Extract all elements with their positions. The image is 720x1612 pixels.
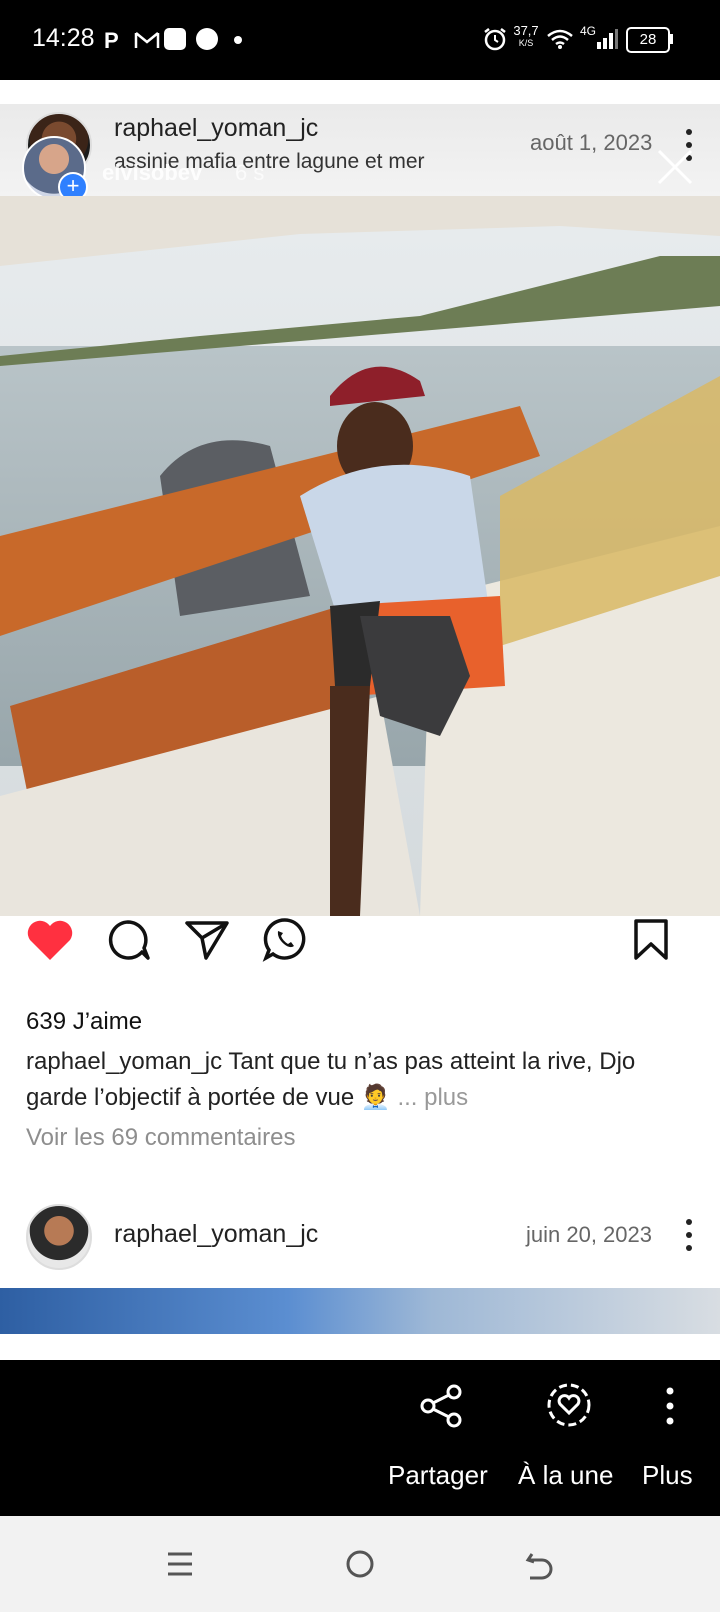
highlight-icon[interactable] [546, 1382, 592, 1428]
more-actions-icon[interactable] [666, 1386, 674, 1426]
next-post-avatar[interactable] [26, 1204, 92, 1270]
battery-icon: 28 [626, 27, 670, 53]
next-post-more-icon[interactable] [686, 1218, 692, 1252]
clock: 14:28 [32, 24, 95, 52]
send-icon[interactable] [184, 918, 230, 962]
network-type: 4G [580, 24, 597, 38]
caption-emoji: 🧑‍💼 [360, 1084, 391, 1111]
like-heart-icon[interactable] [26, 918, 74, 962]
share-label[interactable]: Partager [388, 1460, 488, 1491]
p-icon: P [104, 28, 119, 52]
next-post-date: juin 20, 2023 [526, 1222, 652, 1247]
likes-count[interactable]: 639 J’aime [26, 1008, 142, 1036]
next-post-username[interactable]: raphael_yoman_jc [114, 1220, 318, 1249]
post-date: août 1, 2023 [530, 130, 653, 155]
gmail-icon [134, 32, 160, 48]
story-progress [16, 100, 704, 104]
story-username[interactable]: elvisobev [102, 160, 202, 186]
more-label[interactable]: Plus [642, 1460, 693, 1491]
home-circle-icon[interactable] [344, 1548, 376, 1580]
view-comments-link[interactable]: Voir les 69 commentaires [26, 1124, 295, 1152]
caption-more-link[interactable]: ... plus [397, 1084, 468, 1111]
story-action-bar [0, 1360, 720, 1516]
signal-icon [597, 29, 618, 49]
network-speed: 37,7 K/S [512, 24, 540, 50]
battery-tip [670, 34, 673, 44]
progress-segment [247, 100, 473, 104]
comment-icon[interactable] [106, 918, 150, 962]
bookmark-icon[interactable] [632, 918, 670, 962]
speed-value: 37,7 [513, 23, 539, 38]
story-time: 6 s [235, 160, 265, 185]
post-photo[interactable] [0, 196, 720, 916]
recents-menu-icon[interactable] [166, 1550, 194, 1578]
svg-text:P: P [104, 28, 119, 52]
caption-username[interactable]: raphael_yoman_jc [26, 1048, 222, 1075]
share-icon[interactable] [420, 1384, 464, 1428]
back-icon[interactable] [524, 1548, 556, 1580]
alarm-icon [484, 28, 506, 51]
close-icon[interactable] [656, 148, 694, 186]
wifi-icon [547, 29, 573, 49]
speed-unit: K/S [518, 38, 534, 48]
highlight-label[interactable]: À la une [518, 1460, 613, 1491]
app-icon [164, 28, 186, 50]
progress-segment [16, 100, 242, 104]
whatsapp-icon[interactable] [262, 916, 308, 962]
status-bar: 14:28 P 37,7 K/S 4G 28 [0, 0, 720, 80]
dot-icon [234, 36, 242, 44]
next-post-photo[interactable] [0, 1288, 720, 1334]
post-username[interactable]: raphael_yoman_jc [114, 114, 318, 143]
post-caption: raphael_yoman_jc Tant que tu n’as pas at… [26, 1044, 696, 1116]
battery-level: 28 [639, 31, 657, 48]
progress-segment [478, 100, 704, 104]
circle-icon [196, 28, 218, 50]
